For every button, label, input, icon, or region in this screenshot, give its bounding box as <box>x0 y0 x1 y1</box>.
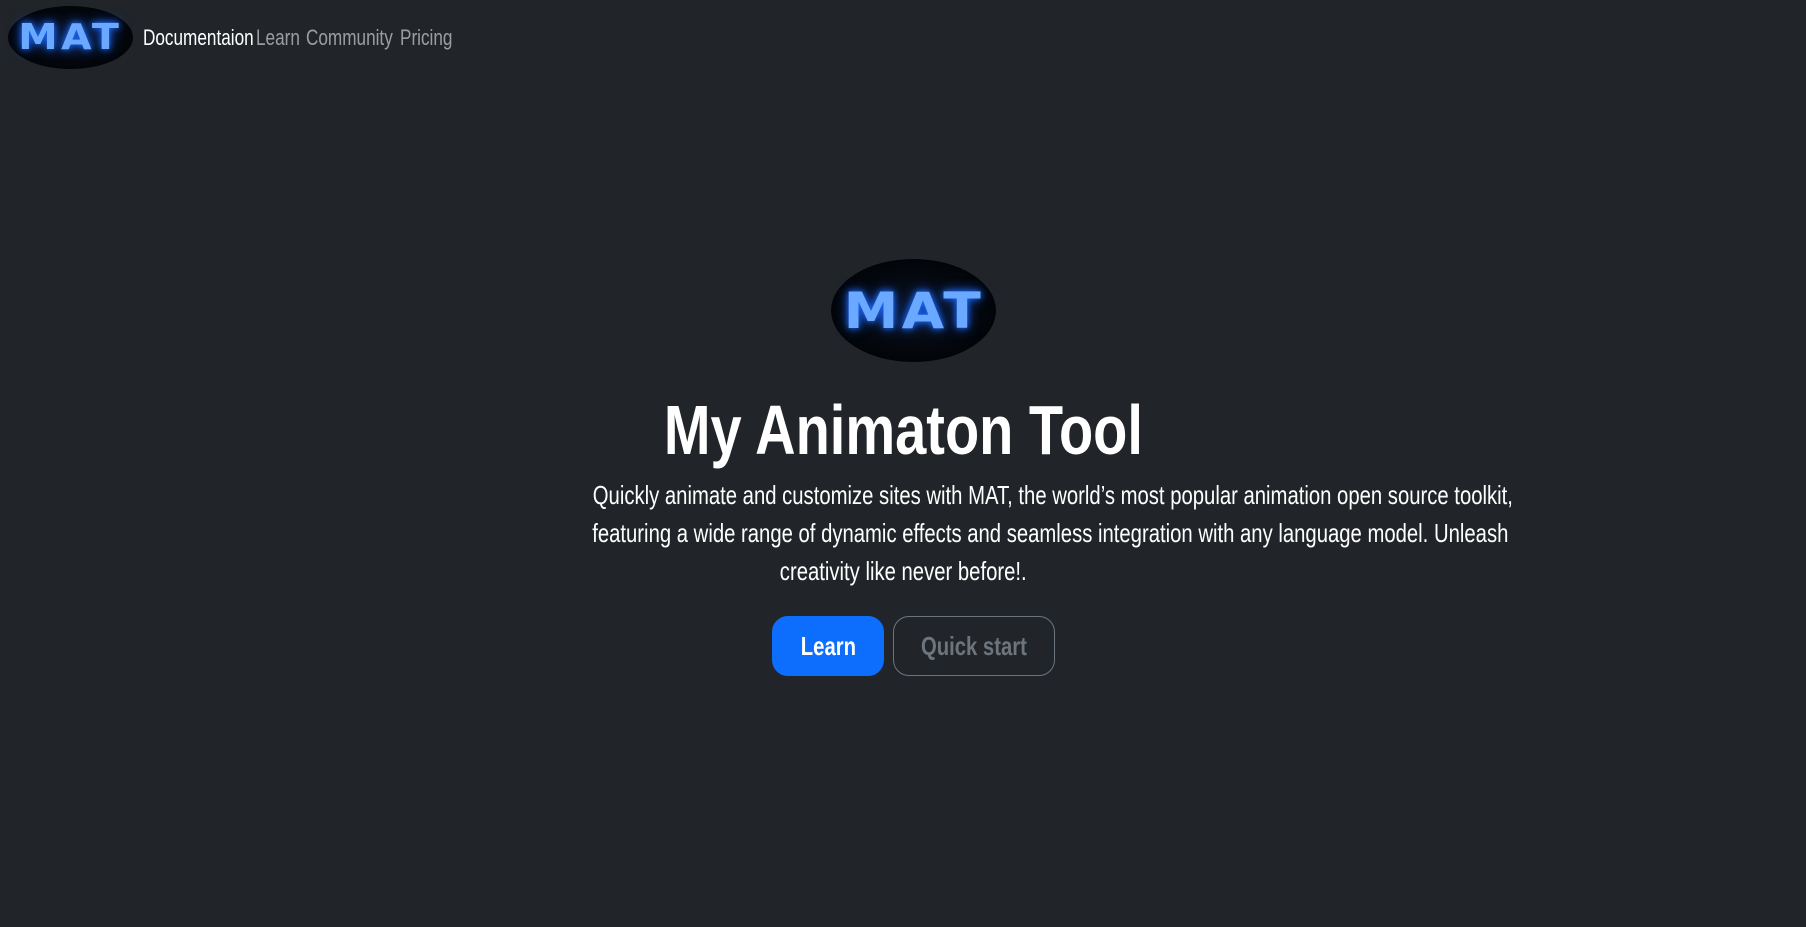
quick-start-button[interactable]: Quick start <box>893 616 1055 676</box>
hero-logo: MAT <box>831 259 996 362</box>
description-line-text: Quickly animate and customize sites with… <box>592 480 1513 510</box>
description-line: Quickly animate and customize sites with… <box>463 476 1513 514</box>
description-line-text: featuring a wide range of dynamic effect… <box>592 518 1509 548</box>
hero-description: Quickly animate and customize sites with… <box>463 476 1513 590</box>
learn-button-label: Learn <box>800 630 856 661</box>
learn-button[interactable]: Learn <box>772 616 884 676</box>
hero-section: MAT My Animaton Tool Quickly animate and… <box>0 0 1806 927</box>
description-line-text: creativity like never before!. <box>779 556 1027 586</box>
mat-logo-icon: MAT <box>843 281 984 340</box>
hero-title: My Animaton Tool <box>0 390 1806 470</box>
description-line: featuring a wide range of dynamic effect… <box>463 514 1508 552</box>
description-line: creativity like never before!. <box>463 552 1343 590</box>
hero-title-text: My Animaton Tool <box>663 391 1143 469</box>
quick-start-button-label: Quick start <box>921 630 1027 661</box>
